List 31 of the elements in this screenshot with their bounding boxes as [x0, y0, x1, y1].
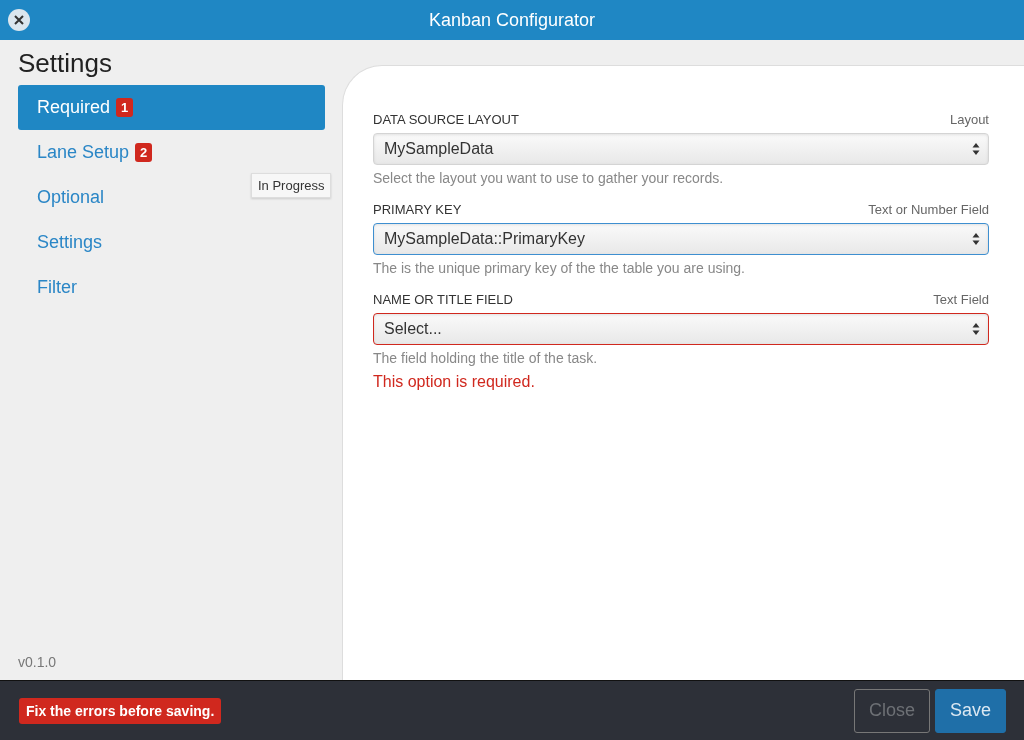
- count-badge: 1: [116, 98, 134, 117]
- help-text: Select the layout you want to use to gather your records.: [373, 170, 725, 186]
- sort-arrows-icon: [972, 142, 980, 156]
- field-label: PRIMARY KEY: [373, 202, 462, 217]
- field-label: DATA SOURCE LAYOUT: [373, 112, 519, 127]
- field-label: NAME OR TITLE FIELD: [373, 292, 513, 307]
- sidebar-title: Settings: [18, 48, 113, 79]
- sidebar-item[interactable]: Filter: [18, 265, 325, 310]
- error-message: This option is required.: [373, 373, 536, 391]
- close-button[interactable]: [8, 9, 30, 31]
- sort-arrows-icon: [972, 232, 980, 246]
- sidebar-item[interactable]: Settings: [18, 220, 325, 265]
- window-title: Kanban Configurator: [428, 9, 596, 31]
- count-badge: 2: [135, 143, 153, 162]
- close-button[interactable]: Close: [853, 688, 930, 733]
- sidebar-item[interactable]: Required 1: [18, 85, 325, 130]
- sidebar-item[interactable]: Lane Setup 2: [18, 130, 325, 175]
- field-type-hint: Layout: [949, 112, 989, 127]
- select-field[interactable]: Select...: [373, 313, 989, 345]
- version-label: v0.1.0: [18, 654, 58, 670]
- tooltip: In Progress: [251, 173, 332, 198]
- error-banner: Fix the errors before saving.: [19, 697, 222, 724]
- field-type-hint: Text Field: [933, 292, 989, 307]
- save-button[interactable]: Save: [934, 688, 1006, 733]
- sort-arrows-icon: [972, 322, 980, 336]
- field-type-hint: Text or Number Field: [868, 202, 989, 217]
- select-field[interactable]: MySampleData::PrimaryKey: [373, 223, 989, 255]
- close-icon: [13, 14, 25, 26]
- help-text: The is the unique primary key of the the table you are using.: [373, 260, 746, 276]
- select-field[interactable]: MySampleData: [373, 133, 989, 165]
- help-text: The field holding the title of the task.: [373, 350, 599, 366]
